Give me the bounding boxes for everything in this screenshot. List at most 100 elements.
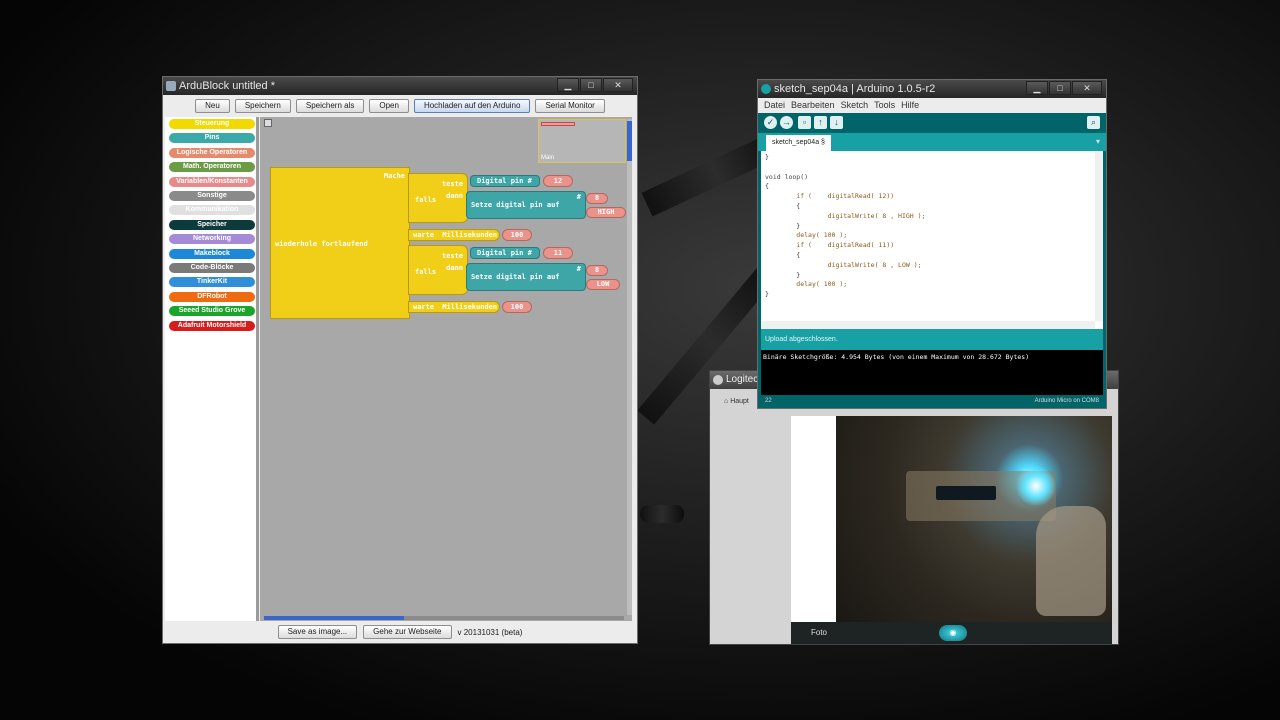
category-button[interactable]: Pins [169,133,255,144]
wait-value: 100 [510,303,524,311]
save-sketch-icon[interactable]: ↓ [830,116,843,129]
pin-value: 11 [553,249,563,257]
logitech-control-bar: Foto ◉ [791,622,1112,644]
window-title: sketch_sep04a | Arduino 1.0.5-r2 [774,83,936,95]
maximize-icon[interactable]: □ [580,78,602,92]
editor-vertical-scrollbar[interactable] [1095,151,1103,321]
menu-sketch[interactable]: Sketch [841,98,869,113]
category-button[interactable]: Variablen/Konstanten [169,176,255,187]
milliseconds-label: Millisekunden [442,231,498,239]
category-button[interactable]: Math. Operatoren [169,162,255,173]
category-button[interactable]: Speicher [169,219,255,230]
arduino-icon [761,84,771,94]
screen: ArduBlock untitled * ▁ □ ✕ Neu Speichern… [0,0,1280,720]
tab-menu-icon[interactable]: ▾ [1096,137,1100,146]
code-line: digitalWrite( 8 , LOW ); [765,260,922,269]
maximize-icon[interactable]: □ [1049,81,1071,95]
arduino-titlebar[interactable]: sketch_sep04a | Arduino 1.0.5-r2 ▁ □ ✕ [758,80,1106,98]
arduino-footer: 22 Arduino Micro on COM8 [761,395,1103,407]
menu-edit[interactable]: Bearbeiten [791,98,835,113]
upload-icon[interactable]: → [780,116,793,129]
main-label: Mache [383,172,405,180]
category-button[interactable]: Logische Operatoren [169,147,255,158]
arduino-tabbar: sketch_sep04a § ▾ [758,133,1106,151]
upload-button[interactable]: Hochladen auf den Arduino [413,99,531,113]
category-button[interactable]: Steuerung [169,119,255,129]
category-button[interactable]: Adafruit Motorshield [169,320,255,331]
minimize-icon[interactable]: ▁ [1026,81,1048,95]
category-button[interactable]: Kommunikation [169,205,255,216]
code-line: { [765,250,801,259]
photo-label[interactable]: Foto [811,628,827,637]
workspace-vertical-scrollbar[interactable] [627,119,632,615]
minimap-label: Main [541,155,555,161]
serial-monitor-icon[interactable]: ⌕ [1087,116,1100,129]
pin-number-block[interactable]: 8 [586,193,608,204]
category-button[interactable]: Code-Blöcke [169,263,255,273]
ardublock-titlebar[interactable]: ArduBlock untitled * ▁ □ ✕ [163,77,637,95]
menu-help[interactable]: Hilfe [901,98,919,113]
close-icon[interactable]: ✕ [603,78,633,92]
loop-label: wiederhole fortlaufend [275,240,368,248]
bike-frame [640,505,684,523]
wait-block[interactable]: warte Millisekunden [408,229,500,241]
arduino-toolbar: ✓ → ▫ ↑ ↓ ⌕ [758,113,1106,133]
code-editor[interactable]: } void loop(){ if ( digitalRead( 12)) { d… [761,151,1103,329]
save-button[interactable]: Speichern [234,99,291,113]
minimize-icon[interactable]: ▁ [557,78,579,92]
digital-read-block[interactable]: Digital pin # [470,247,540,259]
category-button[interactable]: Networking [169,234,255,245]
scroll-thumb[interactable] [264,616,404,620]
close-icon[interactable]: ✕ [1072,81,1102,95]
ardublock-statusbar: Save as image... Gehe zur Webseite v 201… [163,621,637,643]
open-sketch-icon[interactable]: ↑ [814,116,827,129]
save-as-image-button[interactable]: Save as image... [277,625,358,639]
pin-number-block[interactable]: 8 [586,265,608,276]
home-nav[interactable]: ⌂ Haupt [724,398,749,405]
code-line: delay( 100 ); [765,280,848,289]
workspace-horizontal-scrollbar[interactable] [264,616,624,620]
ardublock-toolbar: Neu Speichern Speichern als Open Hochlad… [163,95,637,117]
camera-icon[interactable]: ◉ [939,625,967,641]
category-button[interactable]: Sonstige [169,191,255,201]
digital-write-block[interactable]: Setze digital pin auf # [466,191,586,219]
verify-icon[interactable]: ✓ [764,116,777,129]
minimap-block [541,122,575,126]
wait-value-block[interactable]: 100 [502,229,532,241]
digital-read-block[interactable]: Digital pin # [470,175,540,187]
editor-horizontal-scrollbar[interactable] [761,321,1095,329]
wait-block[interactable]: warte Millisekunden [408,301,500,313]
minimap[interactable]: Main [538,119,626,163]
scroll-thumb[interactable] [627,121,632,161]
website-button[interactable]: Gehe zur Webseite [363,625,452,639]
category-button[interactable]: TinkerKit [169,277,255,288]
workspace-handle-icon[interactable] [264,119,272,127]
webcam-preview [791,416,1112,622]
arduino-board [936,486,996,500]
webcam-image [836,416,1112,622]
category-button[interactable]: DFRobot [169,291,255,302]
new-button[interactable]: Neu [195,99,230,113]
category-button[interactable]: Seeed Studio Grove [169,306,255,317]
new-sketch-icon[interactable]: ▫ [798,116,811,129]
wait-value: 100 [510,231,524,239]
logitech-icon [713,375,723,385]
block-workspace[interactable]: Main Mache wiederhole fortlaufend falls … [260,117,632,623]
sketch-tab[interactable]: sketch_sep04a § [766,135,831,151]
loop-block[interactable]: Mache wiederhole fortlaufend [270,167,410,319]
save-as-button[interactable]: Speichern als [295,99,365,113]
pin-value-block[interactable]: 12 [543,175,573,187]
if-block[interactable]: falls teste dann [408,245,468,295]
hand [1036,506,1106,616]
menu-file[interactable]: Datei [764,98,785,113]
wait-value-block[interactable]: 100 [502,301,532,313]
pin-value-block[interactable]: 11 [543,247,573,259]
serial-monitor-button[interactable]: Serial Monitor [535,99,605,113]
pin-level-block[interactable]: LOW [586,279,620,290]
category-button[interactable]: Makeblock [169,248,255,259]
pin-level-block[interactable]: HIGH [586,207,626,218]
digital-write-block[interactable]: Setze digital pin auf # [466,263,586,291]
open-button[interactable]: Open [369,99,409,113]
menu-tools[interactable]: Tools [874,98,895,113]
if-block[interactable]: falls teste dann [408,173,468,223]
